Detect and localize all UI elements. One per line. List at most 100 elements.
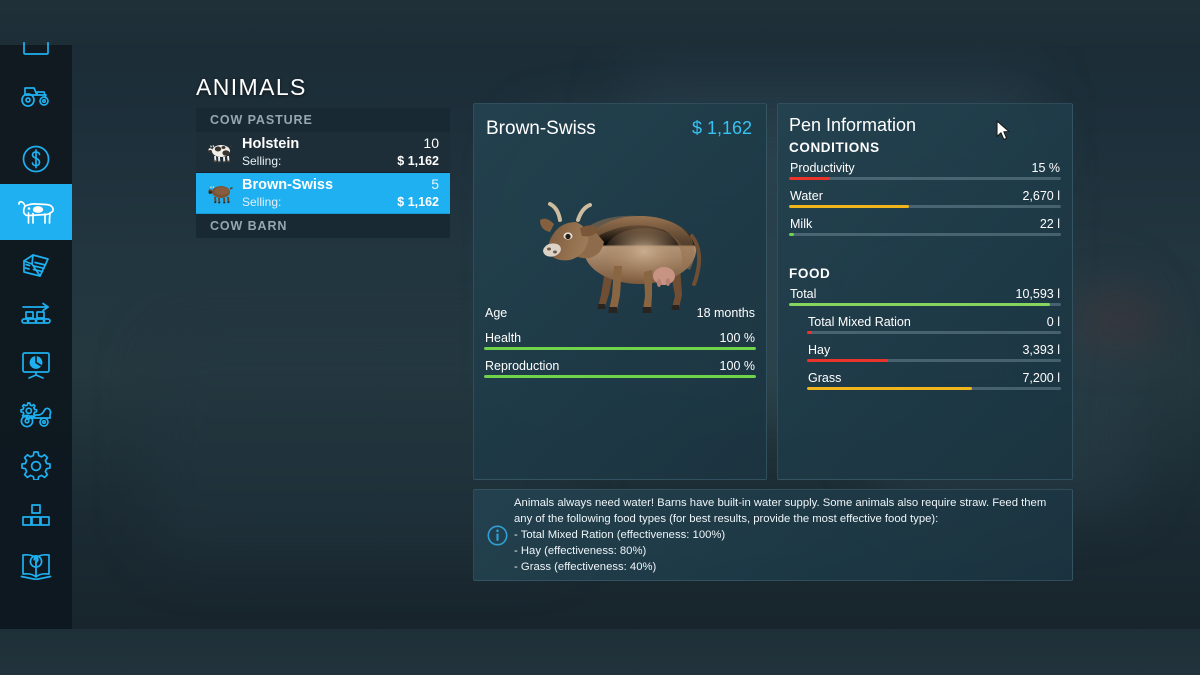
- stat-age: Age 18 months: [484, 306, 756, 322]
- stat-bar: [484, 375, 756, 378]
- food-grass: Grass 7,200 l: [789, 371, 1061, 390]
- stat-bar: [807, 330, 1061, 334]
- animal-list-panel: COW PASTURE Holstein 10 Selling: $ 1,162…: [196, 108, 450, 238]
- tractor-icon: [21, 87, 49, 107]
- list-item-name: Holstein: [242, 136, 300, 153]
- list-group-header-cow-pasture: COW PASTURE: [196, 108, 450, 132]
- info-circle-icon: [482, 525, 512, 546]
- stat-label: Hay: [808, 342, 831, 357]
- stat-bar: [789, 232, 1061, 236]
- sidebar-item-partial-top[interactable]: [0, 30, 72, 56]
- sidebar-nav: [0, 30, 72, 600]
- stat-health: Health 100 %: [484, 331, 756, 350]
- stat-label: Total Mixed Ration: [808, 314, 911, 329]
- stat-bar-fill: [789, 232, 795, 236]
- stat-bar-fill: [807, 330, 813, 334]
- sidebar-item-vehicle-config[interactable]: [0, 390, 72, 440]
- partial-top-icon: [23, 42, 49, 55]
- stat-value: 2,670 l: [1022, 188, 1060, 203]
- stat-value: 3,393 l: [1022, 342, 1060, 357]
- condition-milk: Milk 22 l: [789, 217, 1061, 236]
- gear-icon: [21, 451, 51, 480]
- list-group-header-cow-barn: COW BARN: [196, 214, 450, 238]
- stat-value: 100 %: [719, 359, 755, 373]
- stat-label: Age: [485, 306, 508, 320]
- cow-icon: [18, 200, 54, 224]
- game-menu-screen: ANIMALS COW PASTURE Holstein 10 Selling:…: [0, 0, 1200, 675]
- stat-bar: [807, 386, 1061, 390]
- stat-label: Grass: [808, 370, 842, 385]
- list-item-sub-label: Selling:: [242, 153, 282, 168]
- sidebar-item-construction[interactable]: [0, 490, 72, 540]
- stat-label: Water: [790, 188, 823, 203]
- dollar-circle-icon: [22, 145, 50, 173]
- animal-detail-name: Brown-Swiss: [486, 118, 596, 139]
- list-item-sub-label: Selling:: [242, 194, 282, 209]
- book-help-icon: [20, 553, 52, 580]
- grid-squares-icon: [22, 504, 50, 526]
- conveyor-icon: [21, 302, 51, 324]
- stat-bar: [789, 176, 1061, 180]
- sidebar-item-animals[interactable]: [0, 184, 72, 240]
- list-item-holstein[interactable]: Holstein 10 Selling: $ 1,162: [196, 132, 450, 173]
- stat-bar: [789, 302, 1061, 306]
- holstein-cow-thumb: [205, 137, 235, 167]
- sidebar-item-help[interactable]: [0, 540, 72, 590]
- stat-value: 10,593 l: [1015, 286, 1060, 301]
- list-item-price: $ 1,162: [397, 153, 439, 168]
- condition-productivity: Productivity 15 %: [789, 161, 1061, 180]
- presentation-chart-icon: [22, 352, 50, 379]
- stat-label: Productivity: [790, 160, 855, 175]
- sidebar-item-contracts[interactable]: [0, 240, 72, 290]
- sidebar-item-production[interactable]: [0, 290, 72, 340]
- sidebar-item-vehicles[interactable]: [0, 70, 72, 120]
- stat-value: 7,200 l: [1022, 370, 1060, 385]
- brown-swiss-cow-thumb: [205, 178, 235, 208]
- animal-detail-panel: Brown-Swiss $ 1,162 Age 18 months Health…: [473, 103, 767, 480]
- stat-label: Reproduction: [485, 359, 560, 373]
- stat-value: 15 %: [1031, 160, 1061, 175]
- stat-bar-fill: [807, 358, 889, 362]
- food-header: FOOD: [789, 265, 831, 281]
- animal-detail-price: $ 1,162: [691, 118, 752, 138]
- stat-bar-fill: [789, 176, 830, 180]
- stat-value: 0 l: [1046, 314, 1060, 329]
- stat-value: 18 months: [696, 306, 755, 320]
- documents-icon: [23, 254, 49, 277]
- list-item-count: 5: [431, 176, 439, 193]
- stat-bar-fill: [807, 386, 973, 390]
- food-total: Total 10,593 l: [789, 287, 1061, 306]
- conditions-header: CONDITIONS: [789, 139, 880, 155]
- stat-bar-fill: [789, 204, 909, 208]
- stat-label: Milk: [790, 216, 813, 231]
- stat-bar-fill: [789, 302, 1051, 306]
- info-help-panel: Animals always need water! Barns have bu…: [473, 489, 1073, 581]
- stat-bar: [484, 347, 756, 350]
- stat-label: Total: [790, 286, 817, 301]
- sidebar-item-settings[interactable]: [0, 440, 72, 490]
- condition-water: Water 2,670 l: [789, 189, 1061, 208]
- animal-preview: [474, 140, 766, 322]
- list-item-count: 10: [423, 135, 439, 152]
- list-item-brown-swiss[interactable]: Brown-Swiss 5 Selling: $ 1,162: [196, 173, 450, 214]
- food-total-mixed-ration: Total Mixed Ration 0 l: [789, 315, 1061, 334]
- stat-bar-fill: [484, 347, 756, 350]
- mouse-cursor: [996, 120, 1012, 147]
- food-hay: Hay 3,393 l: [789, 343, 1061, 362]
- stat-value: 100 %: [719, 331, 755, 345]
- info-help-text: Animals always need water! Barns have bu…: [514, 496, 1047, 574]
- pen-information-title: Pen Information: [789, 115, 917, 135]
- stat-bar-fill: [484, 375, 756, 378]
- stat-bar: [789, 204, 1061, 208]
- list-item-name: Brown-Swiss: [242, 177, 334, 194]
- pen-information-panel: Pen Information CONDITIONS Productivity …: [777, 103, 1073, 480]
- list-item-price: $ 1,162: [397, 194, 439, 209]
- stat-reproduction: Reproduction 100 %: [484, 359, 756, 378]
- page-title: ANIMALS: [196, 74, 307, 100]
- brown-swiss-cow-render: [540, 202, 702, 313]
- animal-stats: Age 18 months Health 100 % Reproduction …: [484, 306, 756, 387]
- sidebar-item-statistics[interactable]: [0, 340, 72, 390]
- sidebar-item-finances[interactable]: [0, 134, 72, 184]
- stat-bar: [807, 358, 1061, 362]
- stat-label: Health: [485, 331, 522, 345]
